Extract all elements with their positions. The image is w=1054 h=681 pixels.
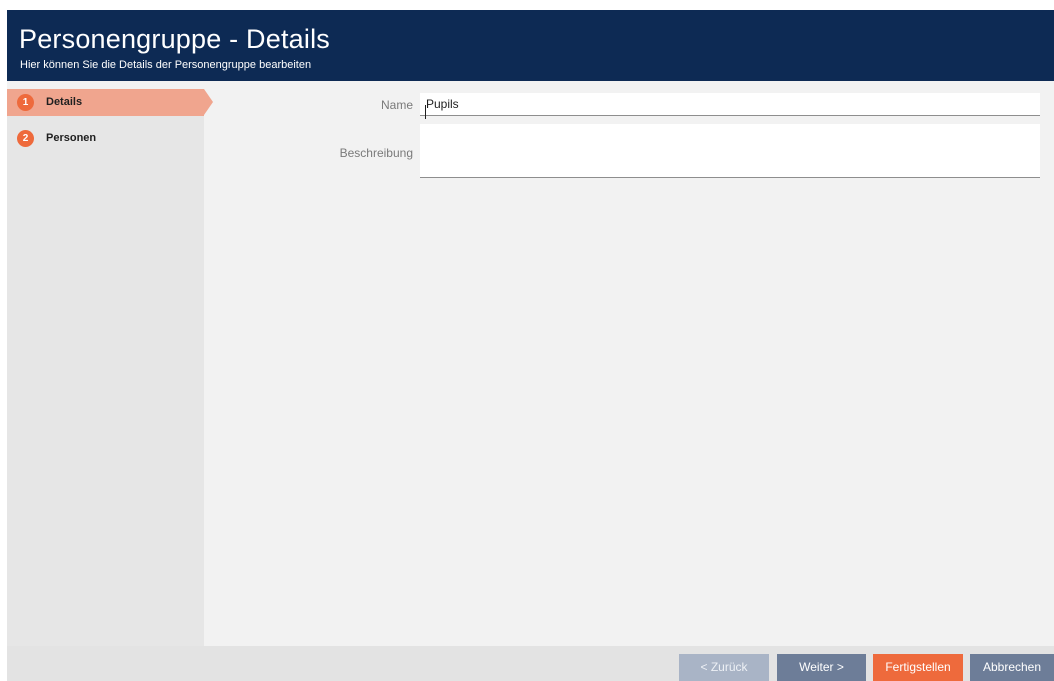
step-personen[interactable]: 2 Personen — [7, 125, 204, 152]
step-number-badge: 1 — [17, 94, 34, 111]
wizard-window: Personengruppe - Details Hier können Sie… — [7, 10, 1054, 681]
text-cursor — [425, 105, 426, 119]
next-button[interactable]: Weiter > — [777, 654, 866, 681]
description-label: Beschreibung — [339, 146, 413, 160]
description-field[interactable] — [420, 124, 1040, 178]
name-label: Name — [380, 98, 413, 112]
wizard-steps-sidebar: 1 Details 2 Personen — [7, 89, 213, 646]
active-step-arrow-icon — [204, 89, 213, 115]
page-title: Personengruppe - Details — [19, 24, 330, 54]
step-details[interactable]: 1 Details — [7, 89, 213, 116]
name-field[interactable] — [420, 93, 1040, 116]
back-button[interactable]: < Zurück — [679, 654, 769, 681]
header-bar: Personengruppe - Details Hier können Sie… — [7, 10, 1054, 81]
page-subtitle: Hier können Sie die Details der Personen… — [20, 59, 312, 71]
wizard-footer: < Zurück Weiter > Fertigstellen Abbreche… — [7, 646, 1054, 681]
step-number-badge: 2 — [17, 130, 34, 147]
step-label: Personen — [46, 132, 97, 144]
step-label: Details — [46, 96, 83, 108]
finish-button[interactable]: Fertigstellen — [873, 654, 963, 681]
cancel-button[interactable]: Abbrechen — [970, 654, 1054, 681]
